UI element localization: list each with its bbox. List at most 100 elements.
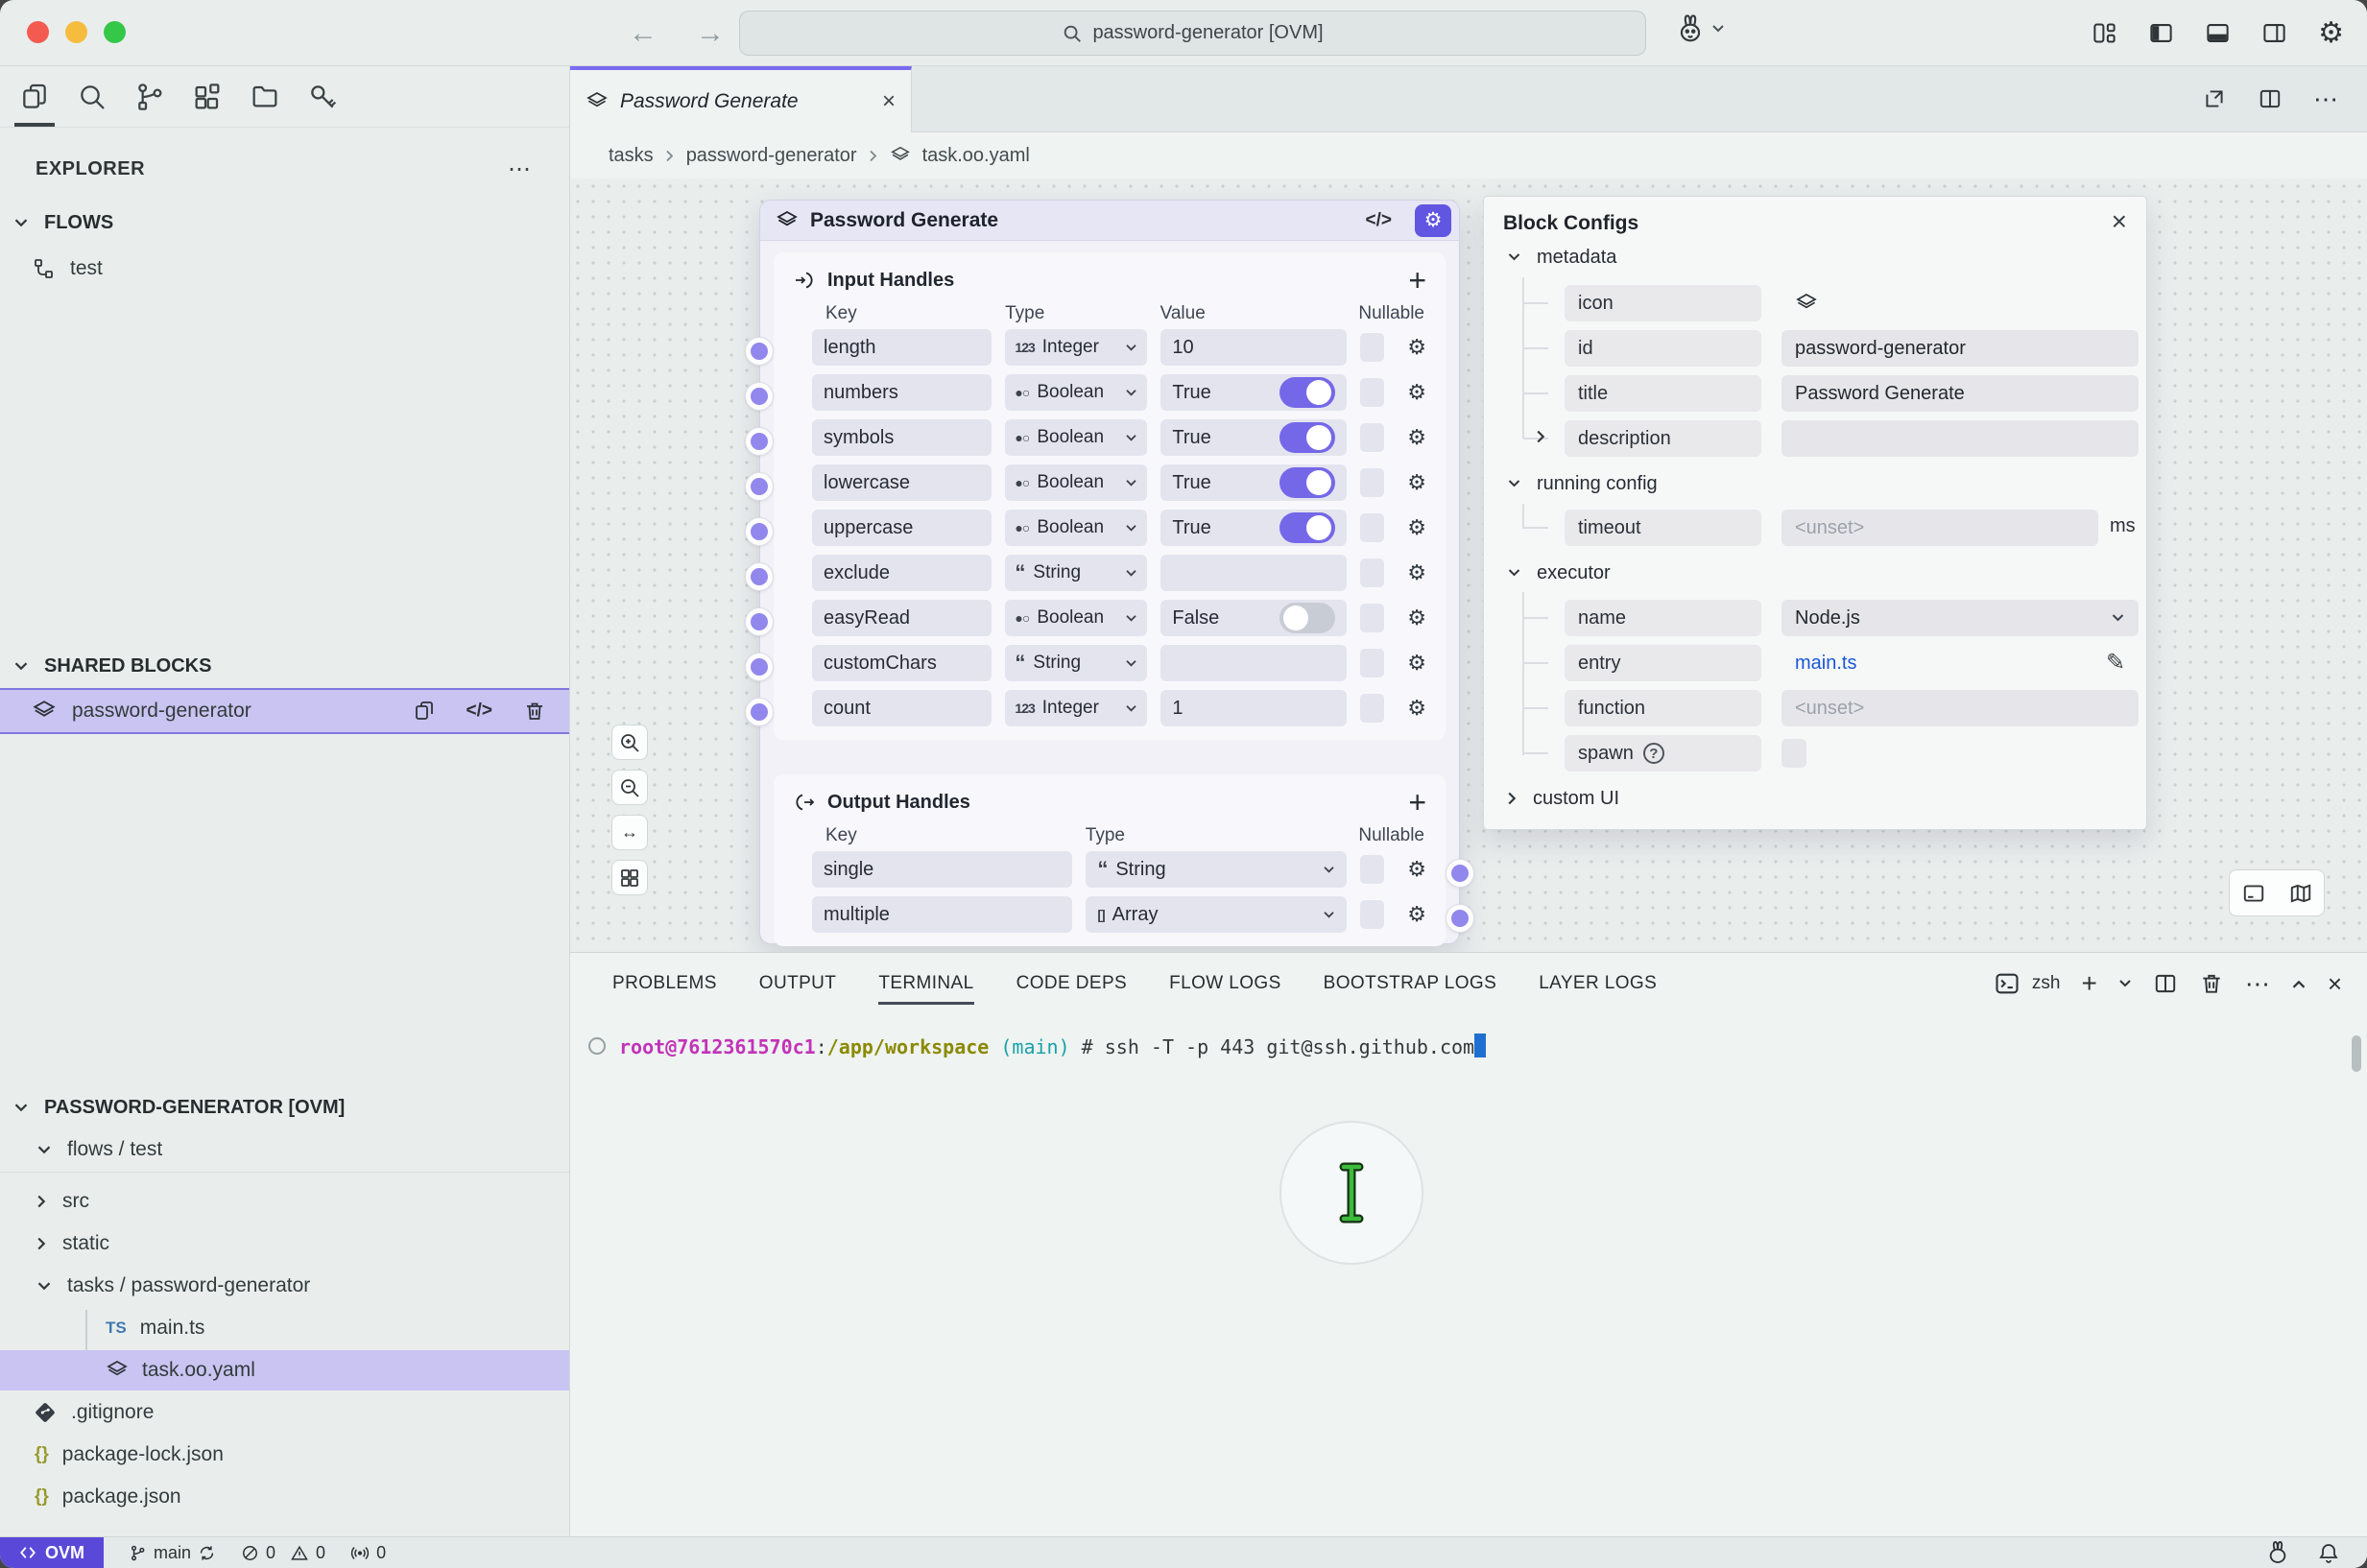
terminal-content[interactable]: root@7612361570c1:/app/workspace (main) … [570, 1014, 2367, 1058]
key-field[interactable]: multiple [812, 896, 1072, 933]
close-window-button[interactable] [27, 21, 49, 43]
block-code-icon[interactable]: </> [1366, 210, 1392, 231]
input-port[interactable] [745, 472, 774, 501]
row-gear-icon[interactable]: ⚙ [1407, 606, 1426, 630]
chevron-right-icon[interactable] [1536, 429, 1546, 444]
executor-name-select[interactable]: Node.js [1781, 600, 2139, 636]
panel-more-icon[interactable]: ⋯ [2245, 969, 2270, 999]
field-label-entry[interactable]: entry [1565, 645, 1761, 681]
problems-indicator[interactable]: 0 0 [241, 1543, 325, 1563]
help-icon[interactable]: ? [1643, 743, 1664, 764]
ports-indicator[interactable]: 0 [350, 1543, 386, 1563]
boolean-toggle[interactable] [1279, 422, 1335, 453]
section-workspace[interactable]: PASSWORD-GENERATOR [OVM] [0, 1087, 569, 1128]
tab-flow-logs[interactable]: FLOW LOGS [1169, 953, 1281, 1014]
row-gear-icon[interactable]: ⚙ [1407, 651, 1426, 676]
row-gear-icon[interactable]: ⚙ [1407, 470, 1426, 495]
value-field[interactable]: True [1160, 374, 1346, 411]
tree-file-main-ts[interactable]: TS main.ts [0, 1308, 569, 1348]
input-port[interactable] [745, 653, 774, 681]
key-field[interactable]: exclude [812, 555, 992, 591]
row-gear-icon[interactable]: ⚙ [1407, 335, 1426, 360]
layout-grid-icon[interactable] [2092, 20, 2117, 46]
split-terminal-icon[interactable] [2153, 971, 2178, 996]
type-select[interactable]: 123Integer [1005, 690, 1147, 726]
flow-canvas[interactable]: Password Generate </> ⚙ Input Handles + … [570, 178, 2367, 952]
entry-file-link[interactable]: main.ts [1795, 653, 1856, 675]
block-node-header[interactable]: Password Generate </> ⚙ [760, 201, 1459, 241]
back-button[interactable]: ← [629, 17, 658, 50]
field-label-spawn[interactable]: spawn? [1565, 735, 1761, 772]
tree-file-task-oo-yaml[interactable]: task.oo.yaml [0, 1350, 569, 1390]
value-field[interactable]: True [1160, 419, 1346, 456]
command-center-search[interactable]: password-generator [OVM] [739, 11, 1646, 56]
value-field[interactable]: 10 [1160, 329, 1346, 366]
bell-icon[interactable] [2317, 1541, 2340, 1564]
explorer-more-icon[interactable]: ⋯ [508, 155, 569, 183]
toggle-bottom-panel-icon[interactable] [2205, 20, 2231, 46]
code-icon[interactable]: </> [466, 701, 492, 722]
value-field[interactable]: False [1160, 600, 1346, 636]
tab-output[interactable]: OUTPUT [759, 953, 837, 1014]
id-value-field[interactable]: password-generator [1781, 330, 2139, 367]
branch-indicator[interactable]: main [129, 1543, 216, 1563]
tree-folder-src[interactable]: src [0, 1181, 569, 1222]
key-field[interactable]: lowercase [812, 464, 992, 501]
input-port[interactable] [745, 427, 774, 456]
section-shared-blocks[interactable]: SHARED BLOCKS [0, 646, 569, 686]
block-settings-button[interactable]: ⚙ [1415, 204, 1451, 237]
breadcrumb-task-oo-yaml[interactable]: task.oo.yaml [922, 145, 1030, 167]
boolean-toggle[interactable] [1279, 512, 1335, 543]
search-activity-icon[interactable] [75, 80, 109, 114]
row-gear-icon[interactable]: ⚙ [1407, 380, 1426, 405]
field-label-timeout[interactable]: timeout [1565, 510, 1761, 546]
split-editor-icon[interactable] [2258, 86, 2283, 111]
nullable-checkbox[interactable] [1360, 900, 1385, 929]
function-value-field[interactable]: <unset> [1781, 690, 2139, 726]
type-select[interactable]: []Array [1086, 896, 1346, 933]
key-field[interactable]: symbols [812, 419, 992, 456]
type-select[interactable]: ●○Boolean [1005, 600, 1147, 636]
block-node-card[interactable]: Password Generate </> ⚙ Input Handles + … [759, 200, 1460, 944]
description-value-field[interactable] [1781, 420, 2139, 457]
boolean-toggle[interactable] [1279, 467, 1335, 498]
input-port[interactable] [745, 698, 774, 726]
row-gear-icon[interactable]: ⚙ [1407, 515, 1426, 540]
key-field[interactable]: single [812, 851, 1072, 888]
minimize-window-button[interactable] [65, 21, 87, 43]
nullable-checkbox[interactable] [1360, 378, 1385, 407]
terminal-scrollbar[interactable] [2352, 1035, 2361, 1072]
minimap-toggle-button[interactable] [2277, 870, 2324, 915]
close-configs-icon[interactable]: × [2112, 206, 2127, 237]
folder-activity-icon[interactable] [248, 80, 282, 114]
kill-terminal-icon[interactable] [2199, 971, 2224, 996]
boolean-toggle[interactable] [1279, 603, 1335, 633]
type-select[interactable]: “String [1005, 645, 1147, 681]
row-gear-icon[interactable]: ⚙ [1407, 425, 1426, 450]
timeout-value-field[interactable]: <unset> [1781, 510, 2098, 546]
nullable-checkbox[interactable] [1360, 855, 1385, 884]
key-activity-icon[interactable] [305, 80, 340, 114]
new-terminal-button[interactable]: + [2081, 968, 2096, 999]
toggle-left-sidebar-icon[interactable] [2148, 20, 2174, 46]
edit-pencil-icon[interactable]: ✎ [2106, 649, 2125, 677]
entry-value[interactable]: main.ts [1781, 645, 2139, 681]
tree-file-package-json[interactable]: {} package.json [0, 1477, 569, 1517]
type-select[interactable]: 123Integer [1005, 329, 1147, 366]
field-label-description[interactable]: description [1565, 420, 1761, 457]
config-group-custom-ui[interactable]: custom UI [1484, 780, 2146, 817]
console-toggle-button[interactable] [2230, 870, 2277, 915]
key-field[interactable]: count [812, 690, 992, 726]
output-port[interactable] [1446, 859, 1474, 888]
tree-file-package-lock-json[interactable]: {} package-lock.json [0, 1435, 569, 1475]
input-port[interactable] [745, 382, 774, 411]
config-group-metadata[interactable]: metadata [1484, 239, 2146, 275]
breadcrumb-tasks[interactable]: tasks [609, 145, 654, 167]
shared-block-password-generator[interactable]: password-generator </> [0, 688, 569, 734]
field-label-function[interactable]: function [1565, 690, 1761, 726]
key-field[interactable]: customChars [812, 645, 992, 681]
key-field[interactable]: length [812, 329, 992, 366]
nullable-checkbox[interactable] [1360, 513, 1385, 542]
tab-terminal[interactable]: TERMINAL [878, 953, 973, 1014]
row-gear-icon[interactable]: ⚙ [1407, 857, 1426, 882]
